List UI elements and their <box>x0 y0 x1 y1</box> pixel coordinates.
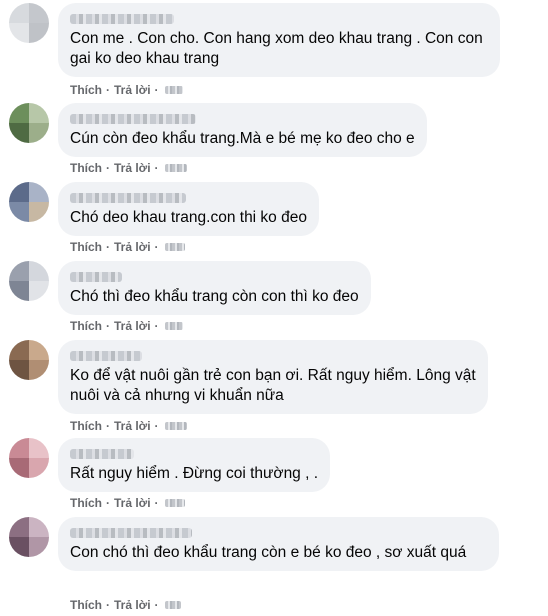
like-link[interactable]: Thích <box>70 319 102 333</box>
comment-bubble: Rất nguy hiểm . Đừng coi thường , . <box>58 438 331 492</box>
timestamp-blurred[interactable] <box>164 164 187 172</box>
like-link[interactable]: Thích <box>70 240 102 254</box>
avatar-pixel <box>29 261 49 281</box>
comment-text: Ko để vật nuôi gần trẻ con bạn ơi. Rất n… <box>70 367 480 404</box>
author-name-blurred[interactable] <box>70 11 488 24</box>
separator-dot: · <box>154 161 159 175</box>
like-link[interactable]: Thích <box>70 598 102 612</box>
like-link[interactable]: Thích <box>70 419 102 433</box>
separator-dot: · <box>106 598 110 612</box>
avatar[interactable] <box>9 438 49 478</box>
timestamp-blurred[interactable] <box>164 243 185 251</box>
avatar-pixel <box>9 103 29 123</box>
comment-actions: Thích · Trả lời · <box>70 82 183 98</box>
separator-dot: · <box>106 161 110 175</box>
avatar[interactable] <box>9 340 49 380</box>
separator-dot: · <box>154 319 159 333</box>
separator-dot: · <box>106 240 110 254</box>
author-name-blurred[interactable] <box>70 348 476 361</box>
reply-link[interactable]: Trả lời <box>114 240 151 254</box>
author-name-blurred[interactable] <box>70 111 415 124</box>
author-name-blurred[interactable] <box>70 525 487 538</box>
author-name-blurred[interactable] <box>70 269 359 282</box>
like-link[interactable]: Thích <box>70 161 102 175</box>
avatar-pixel <box>9 537 29 557</box>
separator-dot: · <box>154 240 159 254</box>
avatar-pixel <box>9 517 29 537</box>
avatar-pixel <box>9 23 29 43</box>
reply-link[interactable]: Trả lời <box>114 598 151 612</box>
like-link[interactable]: Thích <box>70 496 102 510</box>
avatar-pixel <box>29 517 49 537</box>
separator-dot: · <box>106 319 110 333</box>
reply-link[interactable]: Trả lời <box>114 83 151 97</box>
avatar-pixel <box>29 103 49 123</box>
avatar[interactable] <box>9 103 49 143</box>
separator-dot: · <box>106 496 110 510</box>
avatar-pixel <box>29 3 49 23</box>
comment-actions: Thích · Trả lời · <box>70 239 185 255</box>
avatar-pixel <box>29 23 49 43</box>
author-name-blurred[interactable] <box>70 446 318 459</box>
avatar-pixel <box>29 281 49 301</box>
separator-dot: · <box>154 496 159 510</box>
avatar-pixel <box>29 340 49 360</box>
timestamp-blurred[interactable] <box>164 322 183 330</box>
separator-dot: · <box>154 419 159 433</box>
avatar-pixel <box>9 123 29 143</box>
avatar-pixel <box>9 458 29 478</box>
avatar-pixel <box>9 281 29 301</box>
comment-bubble: Chó thì đeo khẩu trang còn con thì ko đe… <box>58 261 371 315</box>
avatar-pixel <box>29 537 49 557</box>
reply-link[interactable]: Trả lời <box>114 161 151 175</box>
avatar-pixel <box>29 202 49 222</box>
separator-dot: · <box>106 419 110 433</box>
comment-bubble: Chó deo khau trang.con thi ko đeo <box>58 182 319 236</box>
comment-text: Cún còn đeo khẩu trang.Mà e bé mẹ ko đeo… <box>70 130 415 147</box>
comment-bubble: Con me . Con cho. Con hang xom deo khau … <box>58 3 500 77</box>
avatar-pixel <box>29 458 49 478</box>
comment-text: Con me . Con cho. Con hang xom deo khau … <box>70 30 488 67</box>
comment-actions: Thích · Trả lời · <box>70 597 181 613</box>
comment-text: Rất nguy hiểm . Đừng coi thường , . <box>70 465 319 482</box>
comment-text: Con chó thì đeo khẩu trang còn e bé ko đ… <box>70 544 467 561</box>
reply-link[interactable]: Trả lời <box>114 496 151 510</box>
like-link[interactable]: Thích <box>70 83 102 97</box>
comment-bubble: Cún còn đeo khẩu trang.Mà e bé mẹ ko đeo… <box>58 103 427 157</box>
avatar-pixel <box>9 182 29 202</box>
comment-text: Chó deo khau trang.con thi ko đeo <box>70 209 307 226</box>
timestamp-blurred[interactable] <box>164 86 183 94</box>
comment-bubble: Ko để vật nuôi gần trẻ con bạn ơi. Rất n… <box>58 340 488 414</box>
avatar-pixel <box>29 360 49 380</box>
comment-actions: Thích · Trả lời · <box>70 418 187 434</box>
timestamp-blurred[interactable] <box>164 499 185 507</box>
timestamp-blurred[interactable] <box>164 422 187 430</box>
comment-text: Chó thì đeo khẩu trang còn con thì ko đe… <box>70 288 359 305</box>
avatar-pixel <box>9 202 29 222</box>
reply-link[interactable]: Trả lời <box>114 319 151 333</box>
avatar-pixel <box>29 123 49 143</box>
avatar-pixel <box>29 182 49 202</box>
reply-link[interactable]: Trả lời <box>114 419 151 433</box>
timestamp-blurred[interactable] <box>164 601 181 609</box>
avatar-pixel <box>9 3 29 23</box>
avatar-pixel <box>9 261 29 281</box>
comment-actions: Thích · Trả lời · <box>70 495 185 511</box>
avatar-pixel <box>9 340 29 360</box>
comment-actions: Thích · Trả lời · <box>70 318 183 334</box>
separator-dot: · <box>154 598 159 612</box>
comment-actions: Thích · Trả lời · <box>70 160 187 176</box>
avatar[interactable] <box>9 3 49 43</box>
separator-dot: · <box>154 83 159 97</box>
avatar-pixel <box>9 438 29 458</box>
avatar[interactable] <box>9 517 49 557</box>
avatar-pixel <box>9 360 29 380</box>
avatar-pixel <box>29 438 49 458</box>
separator-dot: · <box>106 83 110 97</box>
comment-bubble: Con chó thì đeo khẩu trang còn e bé ko đ… <box>58 517 499 571</box>
avatar[interactable] <box>9 261 49 301</box>
author-name-blurred[interactable] <box>70 190 307 203</box>
avatar[interactable] <box>9 182 49 222</box>
